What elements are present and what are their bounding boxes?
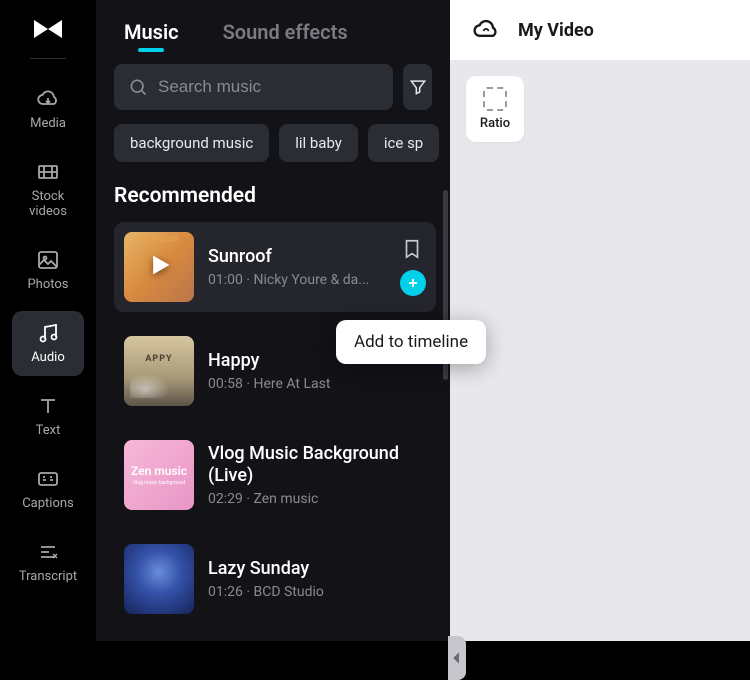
chip[interactable]: lil baby — [279, 124, 358, 162]
sidebar-item-captions[interactable]: Captions — [12, 457, 84, 522]
filter-icon — [408, 77, 428, 97]
track-info: Lazy Sunday 01:26 · BCD Studio — [208, 558, 426, 600]
track-meta: 01:26 · BCD Studio — [208, 584, 426, 600]
section-recommended: Recommended — [96, 184, 450, 222]
left-sidebar: Media Stock videos Photos Audio Text Cap… — [0, 0, 96, 641]
chip[interactable]: background music — [114, 124, 269, 162]
search-input[interactable] — [158, 77, 379, 97]
bookmark-icon — [401, 238, 423, 260]
thumb-text: Zen music — [131, 464, 187, 478]
sidebar-item-label: Media — [30, 117, 66, 132]
tab-sound-effects[interactable]: Sound effects — [223, 2, 348, 62]
ratio-icon — [483, 87, 507, 111]
search-box[interactable] — [114, 64, 393, 110]
track-meta: 00:58 · Here At Last — [208, 376, 426, 392]
sidebar-item-audio[interactable]: Audio — [12, 311, 84, 376]
track-meta: 02:29 · Zen music — [208, 491, 426, 507]
preview-pane: My Video Ratio — [450, 0, 750, 641]
chip[interactable]: ice sp — [368, 124, 439, 162]
image-icon — [36, 248, 60, 272]
sidebar-item-transcript[interactable]: Transcript — [12, 530, 84, 595]
transcript-icon — [36, 540, 60, 564]
sidebar-item-media[interactable]: Media — [12, 77, 84, 142]
sidebar-item-stock-videos[interactable]: Stock videos — [12, 150, 84, 230]
music-note-icon — [36, 321, 60, 345]
sidebar-item-label: Captions — [22, 497, 74, 512]
play-icon — [145, 251, 173, 283]
track-info: Sunroof 01:00 · Nicky Youre & da... — [208, 246, 386, 288]
track-info: Vlog Music Background (Live) 02:29 · Zen… — [208, 443, 426, 506]
cloud-sync-button[interactable] — [472, 16, 500, 44]
sidebar-item-label: Audio — [31, 351, 64, 366]
sidebar-item-label: Text — [36, 424, 61, 439]
track-thumbnail[interactable] — [124, 336, 194, 406]
add-to-timeline-tooltip: Add to timeline — [336, 320, 486, 364]
cloud-download-icon — [36, 87, 60, 111]
panel-collapse-handle[interactable] — [448, 636, 466, 680]
text-icon — [36, 394, 60, 418]
bookmark-button[interactable] — [401, 238, 425, 262]
track-thumbnail[interactable]: Zen music Vlog music background — [124, 440, 194, 510]
panel-tabs: Music Sound effects — [96, 0, 450, 64]
tab-music[interactable]: Music — [124, 2, 179, 62]
chevron-left-icon — [452, 651, 462, 665]
filmstrip-icon — [36, 160, 60, 184]
track-row[interactable]: Sunroof 01:00 · Nicky Youre & da... — [114, 222, 436, 312]
preview-header: My Video — [450, 0, 750, 60]
ratio-label: Ratio — [480, 116, 510, 131]
track-row[interactable]: Lazy Sunday 01:26 · BCD Studio — [114, 534, 436, 624]
filter-button[interactable] — [403, 64, 432, 110]
sidebar-item-label: Transcript — [19, 570, 77, 585]
preview-body: Ratio — [450, 60, 750, 641]
cloud-sync-icon — [472, 16, 500, 44]
search-icon — [128, 77, 148, 97]
suggestion-chips: background music lil baby ice sp — [96, 124, 450, 184]
track-thumbnail[interactable] — [124, 232, 194, 302]
track-thumbnail[interactable] — [124, 544, 194, 614]
plus-icon — [406, 276, 420, 290]
divider — [30, 58, 66, 59]
track-list: Sunroof 01:00 · Nicky Youre & da... Happ… — [96, 222, 450, 641]
video-title[interactable]: My Video — [518, 20, 594, 41]
add-to-timeline-button[interactable] — [400, 270, 426, 296]
thumb-text: Vlog music background — [133, 480, 185, 486]
sidebar-item-label: Stock videos — [29, 190, 67, 220]
sidebar-item-text[interactable]: Text — [12, 384, 84, 449]
sidebar-item-label: Photos — [27, 278, 68, 293]
track-row[interactable]: Zen music Vlog music background Vlog Mus… — [114, 430, 436, 520]
app-logo[interactable] — [30, 18, 66, 40]
captions-icon — [36, 467, 60, 491]
track-meta: 01:00 · Nicky Youre & da... — [208, 272, 386, 288]
sidebar-item-photos[interactable]: Photos — [12, 238, 84, 303]
track-title: Sunroof — [208, 246, 386, 268]
track-title: Vlog Music Background (Live) — [208, 443, 426, 486]
ratio-button[interactable]: Ratio — [466, 76, 524, 142]
track-title: Lazy Sunday — [208, 558, 426, 580]
